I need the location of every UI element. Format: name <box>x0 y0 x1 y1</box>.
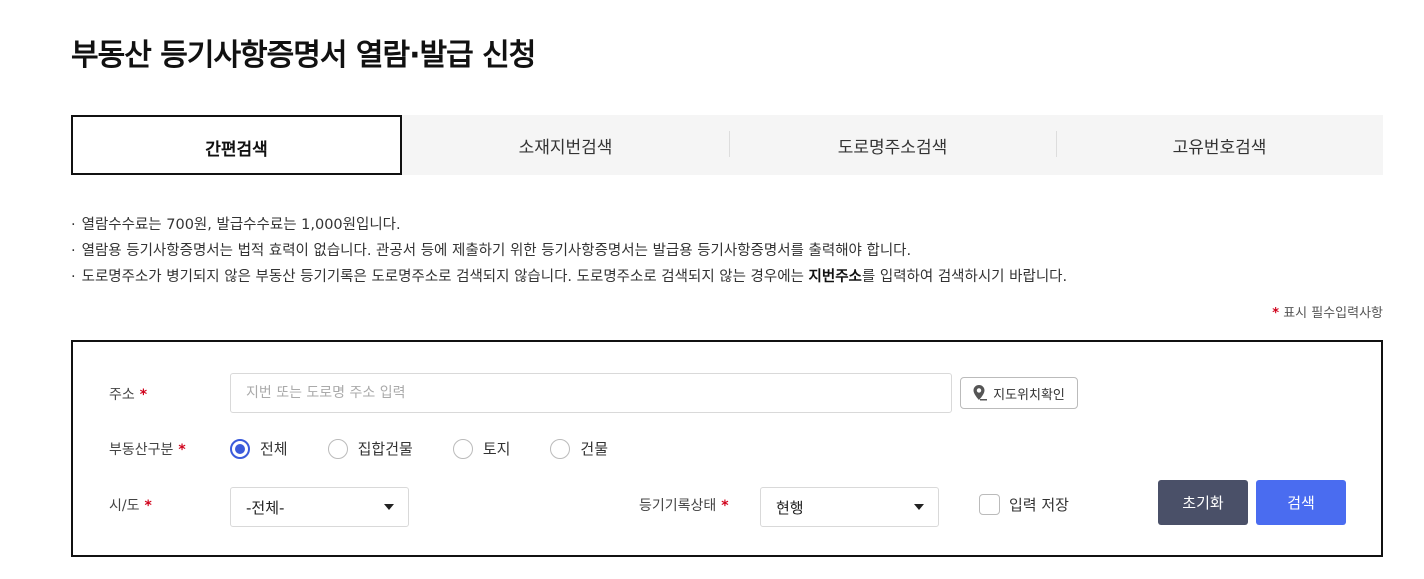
address-label: 주소 * <box>109 384 147 404</box>
bullet: · <box>71 243 76 259</box>
label-text: 등기기록상태 <box>639 498 717 514</box>
required-star: * <box>721 498 729 514</box>
label-text: 주소 <box>109 387 135 403</box>
required-star: * <box>178 442 186 458</box>
radio-button[interactable] <box>550 438 571 459</box>
tab-label: 소재지번검색 <box>518 137 613 158</box>
label-text: 부동산구분 <box>109 442 174 458</box>
radio-button[interactable] <box>452 438 473 459</box>
record-status-label: 등기기록상태 * <box>639 495 729 515</box>
caret-down-icon <box>914 504 924 510</box>
caret-down-icon <box>384 504 394 510</box>
notice-text: 열람용 등기사항증명서는 법적 효력이 없습니다. 관공서 등에 제출하기 위한… <box>81 243 912 259</box>
notice-text: 도로명주소가 병기되지 않은 부동산 등기기록은 도로명주소로 검색되지 않습니… <box>81 269 809 285</box>
search-form: 주소* 지도위치확인 부동산구분* 전체 집합건물 토지 건물 시/도* <box>71 340 1383 557</box>
notice-text: 를 입력하여 검색하시기 바랍니다. <box>861 269 1068 285</box>
tab-unique-number-search[interactable]: 고유번호검색 <box>1056 115 1383 175</box>
region-label: 시/도 * <box>109 495 152 515</box>
bullet: · <box>71 217 76 233</box>
tab-label: 고유번호검색 <box>1172 137 1267 158</box>
tab-divider <box>729 131 730 157</box>
select-value: -전체- <box>246 498 285 517</box>
required-star: * <box>139 387 148 403</box>
select-value: 현행 <box>776 498 804 517</box>
required-star: * <box>1272 306 1280 321</box>
radio-button[interactable] <box>327 438 348 459</box>
required-star: * <box>144 498 152 514</box>
page-title: 부동산 등기사항증명서 열람·발급 신청 <box>71 38 536 73</box>
bullet: · <box>71 269 76 285</box>
save-input-checkbox[interactable] <box>979 494 1000 515</box>
notice-text: 열람수수료는 700원, 발급수수료는 1,000원입니다. <box>81 217 401 233</box>
property-type-radio-group: 전체 집합건물 토지 건물 <box>230 438 648 459</box>
address-input[interactable] <box>230 373 952 413</box>
tab-simple-search[interactable]: 간편검색 <box>71 115 402 175</box>
tab-road-address-search[interactable]: 도로명주소검색 <box>729 115 1056 175</box>
radio-option-building[interactable]: 건물 <box>550 438 608 459</box>
search-tabs: 간편검색 소재지번검색 도로명주소검색 고유번호검색 <box>71 115 1383 175</box>
checkbox-label: 입력 저장 <box>1009 496 1069 514</box>
tab-label: 간편검색 <box>205 139 268 160</box>
radio-button[interactable] <box>230 438 250 459</box>
record-status-select[interactable]: 현행 <box>760 487 939 527</box>
radio-option-land[interactable]: 토지 <box>452 438 511 459</box>
radio-option-all[interactable]: 전체 <box>230 438 288 459</box>
notice-list: · 열람수수료는 700원, 발급수수료는 1,000원입니다. · 열람용 등기사… <box>71 212 1067 290</box>
notice-legal-effect: · 열람용 등기사항증명서는 법적 효력이 없습니다. 관공서 등에 제출하기 위… <box>71 238 1067 264</box>
radio-option-aggregate-building[interactable]: 집합건물 <box>327 438 413 459</box>
tab-lot-number-search[interactable]: 소재지번검색 <box>402 115 729 175</box>
radio-label: 건물 <box>580 440 609 458</box>
notice-road-address: · 도로명주소가 병기되지 않은 부동산 등기기록은 도로명주소로 검색되지 않습… <box>71 264 1067 290</box>
notice-fee: · 열람수수료는 700원, 발급수수료는 1,000원입니다. <box>71 212 1067 238</box>
radio-label: 집합건물 <box>357 440 413 458</box>
reset-button[interactable]: 초기화 <box>1158 480 1248 525</box>
tab-label: 도로명주소검색 <box>837 137 948 158</box>
property-type-label: 부동산구분 * <box>109 439 186 459</box>
map-location-button[interactable]: 지도위치확인 <box>960 377 1078 409</box>
search-button[interactable]: 검색 <box>1256 480 1346 525</box>
save-input-option[interactable]: 입력 저장 <box>979 494 1069 515</box>
notice-emphasis: 지번주소 <box>808 269 862 285</box>
required-legend-text: 표시 필수입력사항 <box>1283 306 1383 321</box>
required-legend: * 표시 필수입력사항 <box>1272 302 1383 321</box>
radio-label: 전체 <box>260 440 288 458</box>
map-button-label: 지도위치확인 <box>993 387 1065 403</box>
map-pin-icon <box>973 385 988 401</box>
label-text: 시/도 <box>109 498 140 514</box>
radio-label: 토지 <box>482 440 511 458</box>
tab-divider <box>1056 131 1057 157</box>
region-select[interactable]: -전체- <box>230 487 409 527</box>
